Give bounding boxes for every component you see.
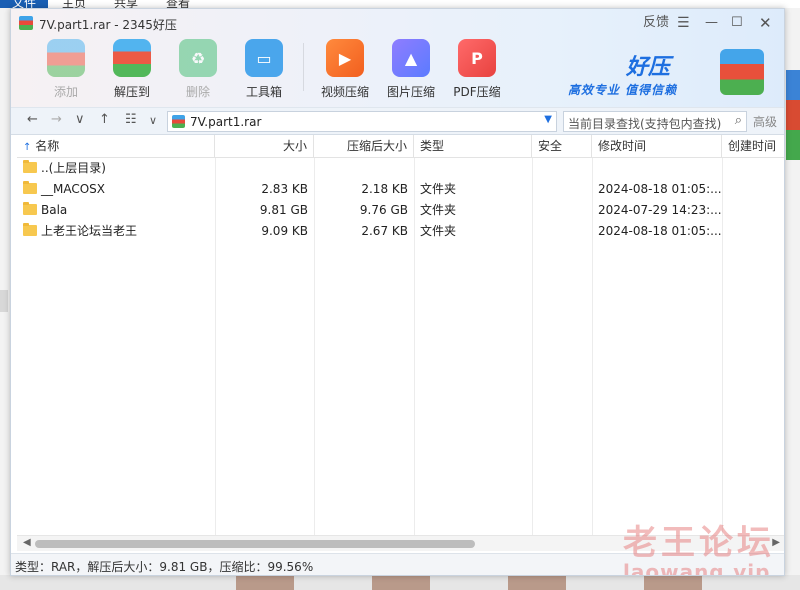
video-icon: ▶ <box>326 39 364 77</box>
brand-name: 好压 <box>626 55 671 80</box>
back-arrow-icon[interactable]: ← <box>27 112 38 127</box>
row-type: 文件夹 <box>420 203 457 217</box>
archive-extract-icon <box>113 39 151 77</box>
column-modified[interactable]: 修改时间 <box>592 135 722 158</box>
column-name[interactable]: ↑ 名称 <box>17 135 215 158</box>
folder-icon <box>23 160 37 173</box>
row-packed-size: 2.18 KB <box>361 182 408 196</box>
close-icon[interactable]: ✕ <box>759 15 772 31</box>
table-row[interactable]: Bala 9.81 GB 9.76 GB 文件夹 2024-07-29 14:2… <box>17 200 784 221</box>
bg-tab-file[interactable]: 文件 <box>0 0 48 10</box>
view-mode-dropdown-icon[interactable]: ∨ <box>149 114 157 127</box>
row-packed-size: 9.76 GB <box>359 203 408 217</box>
table-row[interactable]: ..(上层目录) <box>17 158 784 179</box>
toolbox-button[interactable]: ▭ 工具箱 <box>231 39 297 103</box>
path-text: 7V.part1.rar <box>190 115 262 129</box>
titlebar: 7V.part1.rar - 2345好压 反馈 ☰ — ☐ ✕ <box>11 9 784 37</box>
watermark-en: laowang.vip <box>623 560 771 576</box>
row-packed-size: 2.67 KB <box>361 224 408 238</box>
brand-logo: 好压 高效专业 值得信赖 <box>568 47 768 103</box>
pdf-compress-label: PDF压缩 <box>453 85 501 99</box>
row-name: ..(上层目录) <box>41 161 106 175</box>
toolbox-icon: ▭ <box>245 39 283 77</box>
feedback-button[interactable]: 反馈 <box>643 15 669 31</box>
search-placeholder: 当前目录查找(支持包内查找) <box>568 117 722 131</box>
column-packed-size[interactable]: 压缩后大小 <box>314 135 414 158</box>
toolbar-divider <box>303 43 304 91</box>
brand-slogan: 高效专业 值得信赖 <box>568 83 678 97</box>
advanced-search-link[interactable]: 高级 <box>753 113 777 130</box>
status-text: 类型：RAR，解压后大小：9.81 GB，压缩比：99.56% <box>15 560 314 574</box>
search-input[interactable]: 当前目录查找(支持包内查找) ⌕ <box>563 111 747 132</box>
folder-icon <box>23 202 37 215</box>
pdf-compress-button[interactable]: P PDF压缩 <box>444 39 510 103</box>
path-field[interactable]: 7V.part1.rar ▼ <box>167 111 557 132</box>
extract-button[interactable]: 解压到 <box>99 39 165 103</box>
watermark-cn: 老王论坛 <box>623 523 775 563</box>
image-compress-label: 图片压缩 <box>386 85 435 99</box>
scroll-left-icon[interactable]: ◀ <box>23 537 31 548</box>
row-size: 9.81 GB <box>259 203 308 217</box>
background-thumbnails <box>0 575 800 590</box>
address-bar: ← → ∨ ↑ ☷ ∨ 7V.part1.rar ▼ 当前目录查找(支持包内查找… <box>11 107 784 135</box>
row-name: 上老王论坛当老王 <box>41 224 138 238</box>
path-dropdown-icon[interactable]: ▼ <box>544 114 552 125</box>
file-list-header: ↑ 名称 大小 压缩后大小 类型 安全 修改时间 创建时间 <box>17 135 784 158</box>
background-app-icon <box>786 70 800 160</box>
scrollbar-thumb[interactable] <box>35 540 475 548</box>
row-name: Bala <box>41 203 68 217</box>
row-modified: 2024-07-29 14:23:... <box>598 203 722 217</box>
hamburger-icon[interactable]: ☰ <box>677 15 690 31</box>
add-label: 添加 <box>53 85 78 99</box>
column-created[interactable]: 创建时间 <box>722 135 784 158</box>
row-size: 2.83 KB <box>261 182 308 196</box>
toolbar: 添加 解压到 ♻ 删除 ▭ 工具箱 ▶ 视频压缩 ▲ 图片压缩 P PDF压缩 <box>33 39 510 103</box>
extract-label: 解压到 <box>113 85 150 99</box>
column-type[interactable]: 类型 <box>414 135 532 158</box>
watermark: 老王论坛 laowang.vip <box>623 515 775 576</box>
maximize-icon[interactable]: ☐ <box>731 15 743 31</box>
view-mode-icon[interactable]: ☷ <box>125 112 137 127</box>
delete-button[interactable]: ♻ 删除 <box>165 39 231 103</box>
history-dropdown-icon[interactable]: ∨ <box>75 112 85 127</box>
up-arrow-icon[interactable]: ↑ <box>99 112 110 127</box>
background-strip <box>0 290 8 312</box>
column-size[interactable]: 大小 <box>215 135 314 158</box>
table-row[interactable]: __MACOSX 2.83 KB 2.18 KB 文件夹 2024-08-18 … <box>17 179 784 200</box>
column-name-label: 名称 <box>35 139 60 153</box>
column-safety[interactable]: 安全 <box>532 135 592 158</box>
video-compress-button[interactable]: ▶ 视频压缩 <box>312 39 378 103</box>
archive-file-icon <box>172 115 185 128</box>
header: 7V.part1.rar - 2345好压 反馈 ☰ — ☐ ✕ 添加 解压到 … <box>11 9 784 107</box>
forward-arrow-icon[interactable]: → <box>51 112 62 127</box>
add-button[interactable]: 添加 <box>33 39 99 103</box>
folder-icon <box>23 181 37 194</box>
sort-asc-icon: ↑ <box>23 142 32 153</box>
image-compress-button[interactable]: ▲ 图片压缩 <box>378 39 444 103</box>
row-size: 9.09 KB <box>261 224 308 238</box>
delete-label: 删除 <box>185 85 210 99</box>
minimize-icon[interactable]: — <box>705 15 718 31</box>
video-compress-label: 视频压缩 <box>320 85 369 99</box>
archive-window: 7V.part1.rar - 2345好压 反馈 ☰ — ☐ ✕ 添加 解压到 … <box>10 8 785 576</box>
window-title: 7V.part1.rar - 2345好压 <box>39 18 177 32</box>
background-ribbon: 文件 主页 共享 查看 <box>0 0 800 10</box>
file-list: ↑ 名称 大小 压缩后大小 类型 安全 修改时间 创建时间 ..(上层目录) _… <box>17 135 784 535</box>
recycle-bin-icon: ♻ <box>179 39 217 77</box>
pdf-icon: P <box>458 39 496 77</box>
search-icon[interactable]: ⌕ <box>735 113 742 128</box>
row-name: __MACOSX <box>41 182 106 196</box>
archive-add-icon <box>47 39 85 77</box>
toolbox-label: 工具箱 <box>245 85 282 99</box>
row-modified: 2024-08-18 01:05:... <box>598 182 722 196</box>
row-type: 文件夹 <box>420 224 457 238</box>
brand-package-icon <box>720 49 764 95</box>
table-row[interactable]: 上老王论坛当老王 9.09 KB 2.67 KB 文件夹 2024-08-18 … <box>17 221 784 242</box>
image-icon: ▲ <box>392 39 430 77</box>
app-logo-icon <box>19 16 33 30</box>
row-modified: 2024-08-18 01:05:... <box>598 224 722 238</box>
row-type: 文件夹 <box>420 182 457 196</box>
folder-icon <box>23 223 37 236</box>
